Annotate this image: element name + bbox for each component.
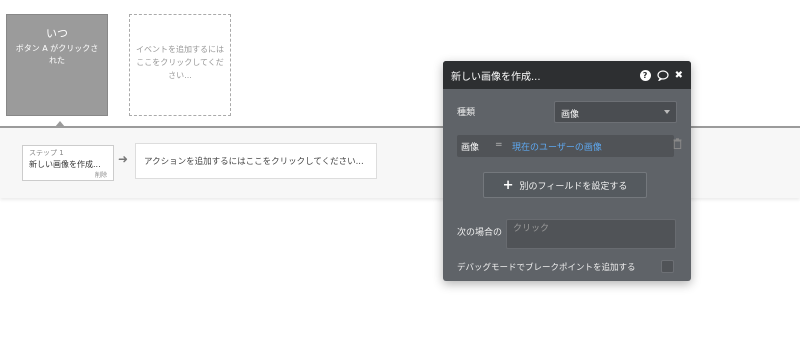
editor-title: 新しい画像を作成... (451, 71, 541, 83)
help-icon[interactable]: ? (639, 69, 651, 81)
step-card[interactable]: ステップ 1 新しい画像を作成... 削除 (22, 145, 114, 181)
chevron-down-icon (664, 110, 670, 114)
plus-icon: + (502, 177, 514, 193)
event-description: ボタン A がクリックされた (15, 44, 99, 65)
condition-label: 次の場合の (457, 228, 503, 238)
type-row: 種類 画像 (457, 101, 677, 123)
step-delete-link[interactable]: 削除 (95, 170, 107, 179)
event-title: いつ (46, 27, 68, 40)
type-select-value: 画像 (561, 110, 580, 120)
condition-row: 次の場合の クリック (457, 219, 677, 249)
field-equals: = (495, 140, 503, 150)
field-name: 画像 (461, 143, 480, 153)
field-row[interactable]: 画像 = 現在のユーザーの画像 (457, 135, 674, 157)
add-event-placeholder[interactable]: イベントを追加するにはここをクリックしてください... (129, 14, 231, 116)
add-field-label: 別のフィールドを設定する (519, 181, 628, 192)
comment-icon[interactable] (657, 69, 669, 81)
add-action-placeholder[interactable]: アクションを追加するにはここをクリックしてください... (135, 143, 377, 179)
debug-label: デバッグモードでブレークポイントを追加する (457, 263, 636, 273)
close-icon[interactable]: ✖ (675, 70, 683, 81)
type-label: 種類 (457, 108, 476, 118)
editor-header-icons: ? ✖ (639, 69, 683, 81)
add-field-button[interactable]: + 別のフィールドを設定する (483, 172, 647, 198)
step-label: ステップ 1 (29, 149, 64, 157)
property-editor: 新しい画像を作成... ? ✖ 種類 画像 画像 = 現在のユーザーの画像 + … (443, 61, 691, 281)
editor-header: 新しい画像を作成... ? ✖ (443, 61, 691, 89)
trash-icon[interactable] (673, 138, 682, 149)
type-select[interactable]: 画像 (554, 101, 677, 123)
event-card[interactable]: いつ ボタン A がクリックされた (6, 14, 108, 116)
condition-input[interactable]: クリック (506, 219, 676, 249)
debug-checkbox[interactable] (661, 260, 674, 273)
field-value-expression[interactable]: 現在のユーザーの画像 (512, 140, 602, 153)
arrow-right-icon: ➜ (118, 152, 129, 166)
debug-row: デバッグモードでブレークポイントを追加する (457, 260, 677, 274)
step-name: 新しい画像を作成... (29, 160, 101, 169)
